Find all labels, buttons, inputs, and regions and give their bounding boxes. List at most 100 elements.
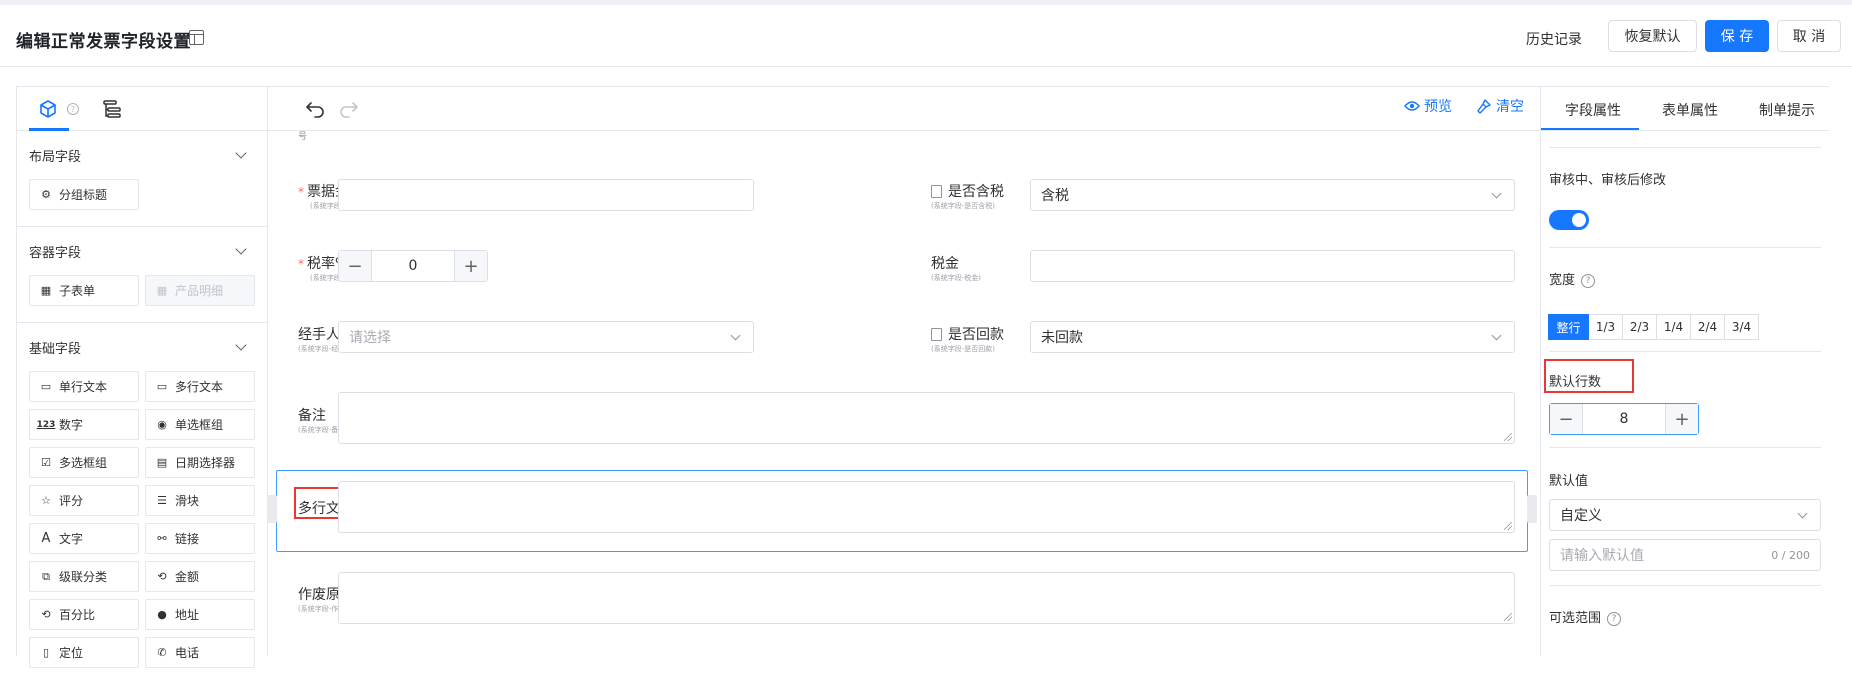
- undo-icon[interactable]: [304, 99, 326, 119]
- tax-included-label: 是否含税: [931, 181, 1004, 201]
- clipboard-icon: [931, 328, 942, 341]
- help-icon: ?: [1607, 612, 1622, 626]
- default-value-label: 默认值: [1549, 474, 1589, 489]
- chevron-down-icon: [730, 330, 741, 341]
- highlight-box: [1544, 359, 1634, 393]
- field-chip-rating[interactable]: ☆ 评分: [29, 485, 139, 516]
- default-type-select[interactable]: 自定义: [1549, 499, 1821, 531]
- page-header: 编辑正常发票字段设置 历史记录 恢复默认 保 存 取 消: [0, 5, 1852, 67]
- save-button[interactable]: 保 存: [1705, 20, 1769, 52]
- location-icon: ●: [157, 608, 167, 621]
- width-option-full[interactable]: 整行: [1548, 314, 1589, 340]
- field-chip-subform[interactable]: ▦ 子表单: [29, 275, 139, 306]
- money-icon: ⟲: [157, 570, 167, 583]
- field-chip-text[interactable]: A 文字: [29, 523, 139, 554]
- group-title-icon: ⚙: [41, 188, 51, 201]
- field-chip-number[interactable]: 123 数字: [29, 409, 139, 440]
- field-chip-radio[interactable]: ◉ 单选框组: [145, 409, 255, 440]
- redo-icon[interactable]: [338, 99, 360, 119]
- handler-select[interactable]: 请选择: [338, 321, 754, 353]
- tax-included-sub: (系统字段-是否含税): [931, 202, 995, 210]
- rows-stepper[interactable]: − 8 +: [1549, 403, 1699, 435]
- edit-permission-switch[interactable]: [1549, 210, 1589, 230]
- scrollbar[interactable]: [1829, 86, 1852, 656]
- active-tab-underline: [29, 128, 69, 131]
- tax-rate-stepper[interactable]: − 0 +: [338, 250, 488, 282]
- remark-label: 备注: [298, 408, 326, 424]
- layout-icon[interactable]: [189, 30, 204, 45]
- void-reason-textarea[interactable]: [338, 572, 1515, 624]
- multiline-textarea[interactable]: [338, 481, 1515, 533]
- width-option-2-4[interactable]: 2/4: [1690, 314, 1725, 340]
- tax-input[interactable]: [1030, 250, 1515, 282]
- basic-fields: ▭ 单行文本 ▭ 多行文本 123 数字 ◉ 单选框组 ☑ 多选框组 ▤ 日期选择器 ☆ 评分…: [17, 371, 267, 684]
- tax-sub: (系统字段-税金): [931, 274, 981, 282]
- chevron-down-icon: [235, 339, 247, 351]
- cut-off-label: 号: [298, 132, 308, 142]
- section-header-layout[interactable]: 布局字段: [17, 131, 267, 179]
- amount-input[interactable]: [338, 179, 754, 211]
- section-header-container[interactable]: 容器字段: [17, 227, 267, 275]
- locate-icon: ▯: [42, 646, 50, 659]
- outline-tree-icon[interactable]: [101, 98, 123, 120]
- page-title: 编辑正常发票字段设置: [16, 32, 191, 52]
- tax-included-select[interactable]: 含税: [1030, 179, 1515, 211]
- percent-icon: ⟲: [41, 608, 51, 621]
- text-icon: A: [41, 531, 51, 546]
- preview-button[interactable]: 预览: [1404, 96, 1452, 116]
- table-icon: ▦: [40, 284, 52, 297]
- field-chip-locate[interactable]: ▯ 定位: [29, 637, 139, 668]
- width-option-3-4[interactable]: 3/4: [1724, 314, 1759, 340]
- handler-label: 经手人: [298, 327, 340, 343]
- returned-label: 是否回款: [931, 324, 1004, 344]
- width-option-1-3[interactable]: 1/3: [1588, 314, 1623, 340]
- history-link[interactable]: 历史记录: [1526, 29, 1582, 49]
- field-chip-phone[interactable]: ✆ 电话: [145, 637, 255, 668]
- chevron-down-icon: [235, 243, 247, 255]
- restore-default-button[interactable]: 恢复默认: [1608, 20, 1697, 52]
- field-chip-link[interactable]: ⚯ 链接: [145, 523, 255, 554]
- field-chip-multi-line[interactable]: ▭ 多行文本: [145, 371, 255, 402]
- phone-icon: ✆: [157, 646, 167, 659]
- layout-fields: ⚙ 分组标题: [17, 179, 267, 226]
- width-label: 宽度?: [1549, 269, 1596, 288]
- left-handle[interactable]: [267, 495, 277, 523]
- right-handle[interactable]: [1527, 495, 1537, 523]
- field-chip-checkbox[interactable]: ☑ 多选框组: [29, 447, 139, 478]
- tab-prompt[interactable]: 制单提示: [1759, 100, 1815, 120]
- remark-textarea[interactable]: [338, 392, 1515, 444]
- returned-select[interactable]: 未回款: [1030, 321, 1515, 353]
- field-chip-address[interactable]: ● 地址: [145, 599, 255, 630]
- field-chip-slider[interactable]: ☰ 滑块: [145, 485, 255, 516]
- field-chip-group-title[interactable]: ⚙ 分组标题: [29, 179, 139, 210]
- width-option-2-3[interactable]: 2/3: [1622, 314, 1657, 340]
- field-chip-date[interactable]: ▤ 日期选择器: [145, 447, 255, 478]
- field-chip-percent[interactable]: ⟲ 百分比: [29, 599, 139, 630]
- help-icon: ?: [1581, 274, 1596, 288]
- width-option-1-4[interactable]: 1/4: [1656, 314, 1691, 340]
- field-chip-single-line[interactable]: ▭ 单行文本: [29, 371, 139, 402]
- chevron-down-icon: [1491, 330, 1502, 341]
- field-chip-cascade[interactable]: ⧉ 级联分类: [29, 561, 139, 592]
- star-icon: ☆: [41, 494, 51, 507]
- single-line-icon: ▭: [40, 380, 52, 393]
- cube-icon[interactable]: [37, 98, 59, 120]
- chevron-down-icon: [235, 147, 247, 159]
- container-fields: ▦ 子表单 ▦ 产品明细: [17, 275, 267, 322]
- checkbox-icon: ☑: [41, 456, 51, 469]
- tab-field-props[interactable]: 字段属性: [1565, 100, 1621, 120]
- help-icon[interactable]: ?: [67, 103, 79, 115]
- minus-icon[interactable]: −: [339, 251, 371, 281]
- plus-icon[interactable]: +: [455, 251, 487, 281]
- field-chip-money[interactable]: ⟲ 金额: [145, 561, 255, 592]
- tab-form-props[interactable]: 表单属性: [1662, 100, 1718, 120]
- cancel-button[interactable]: 取 消: [1777, 20, 1841, 52]
- section-header-basic[interactable]: 基础字段: [17, 323, 267, 371]
- link-icon: ⚯: [157, 532, 167, 545]
- plus-icon[interactable]: +: [1666, 404, 1698, 434]
- default-value-input[interactable]: 请输入默认值 0 / 200: [1549, 539, 1821, 571]
- clear-button[interactable]: 清空: [1476, 96, 1524, 116]
- minus-icon[interactable]: −: [1550, 404, 1582, 434]
- chevron-down-icon: [1797, 508, 1808, 519]
- eye-icon: [1404, 100, 1420, 112]
